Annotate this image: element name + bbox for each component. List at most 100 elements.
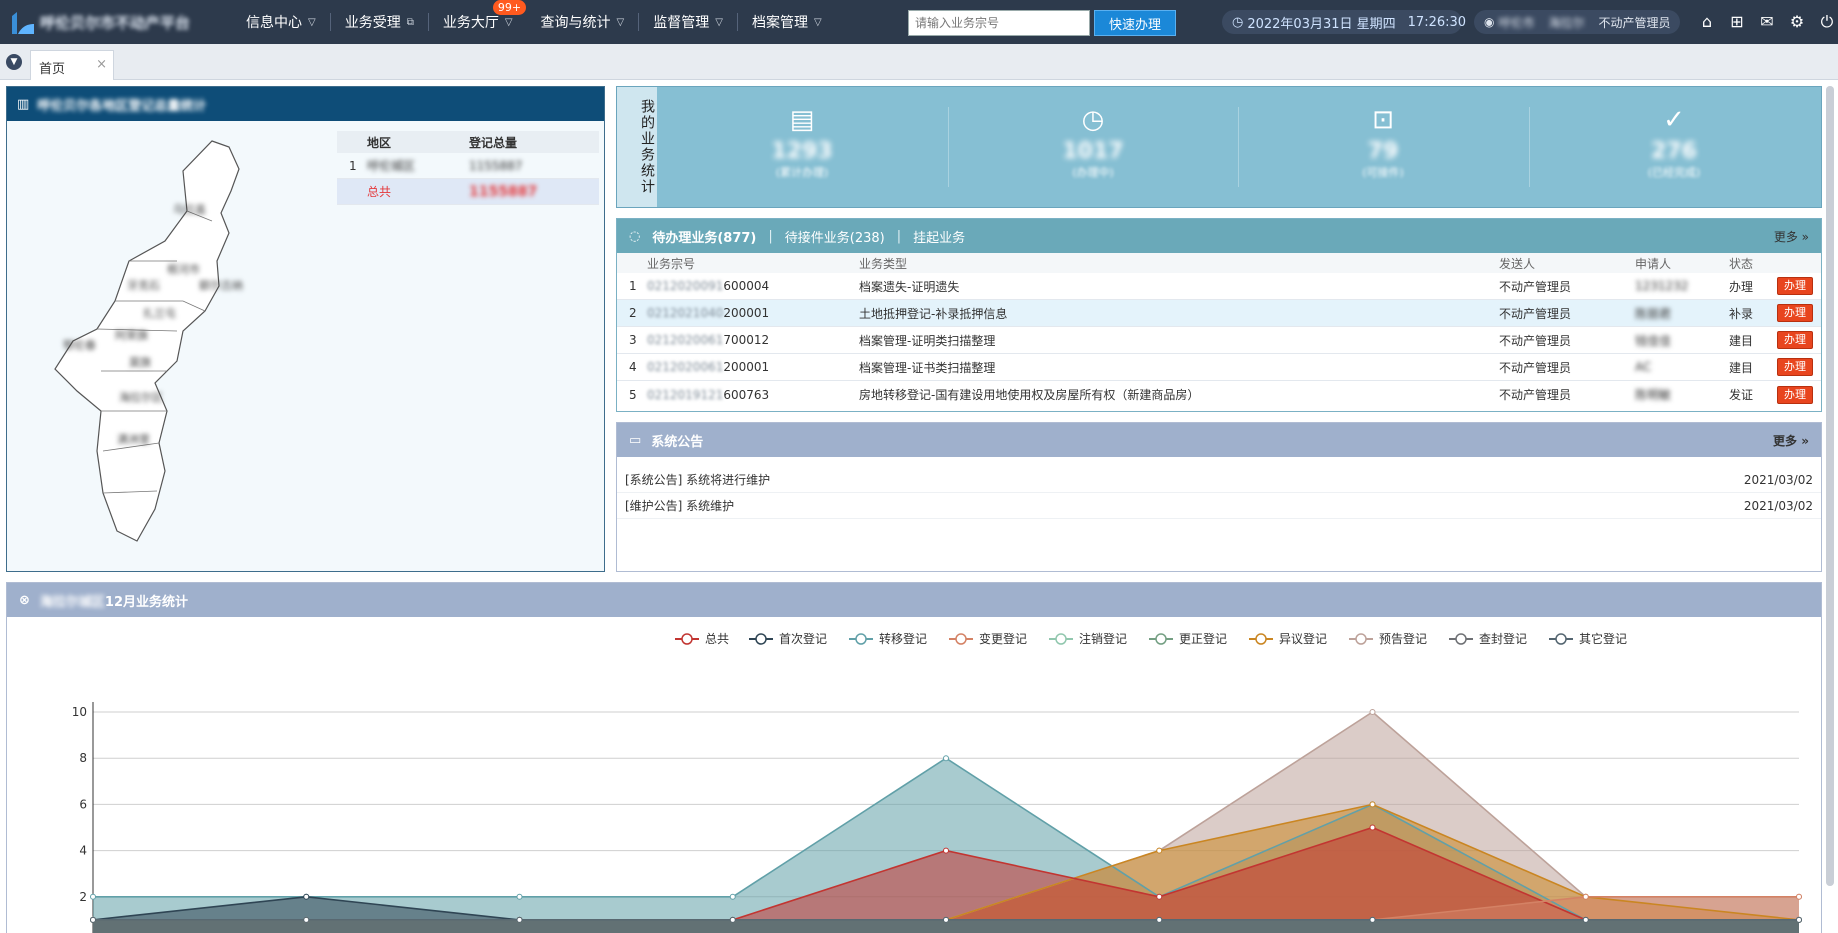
- more-link[interactable]: 更多 »: [1773, 432, 1809, 449]
- chevron-down-icon: ▽: [715, 16, 723, 28]
- row-business-type: 房地转移登记-国有建设用地使用权及房屋所有权（新建商品房）: [859, 388, 1200, 402]
- quick-handle-button[interactable]: 快速办理: [1094, 10, 1176, 36]
- region-map[interactable]: 乌拉盖 根河市 额尔古纳 牙克石 扎兰屯 阿荣旗 鄂伦春 莫旗 海拉尔区 满洲里: [7, 121, 337, 571]
- stat-total-handled[interactable]: ▤ 1293 (累计办理): [657, 87, 947, 207]
- tab-suspended[interactable]: 挂起业务: [913, 227, 965, 246]
- handle-button[interactable]: 办理: [1777, 358, 1813, 376]
- legend-label: 其它登记: [1579, 631, 1627, 646]
- legend-marker: [1255, 633, 1267, 645]
- nav-supervision[interactable]: 监督管理 ▽: [639, 0, 737, 44]
- map-region-label: 海拉尔区: [119, 390, 163, 404]
- notice-item[interactable]: [系统公告] 系统将进行维护 2021/03/02: [617, 467, 1821, 493]
- total-row: 总共 1155887: [337, 179, 599, 205]
- app-logo[interactable]: 呼伦贝尔市不动产平台: [8, 8, 190, 36]
- handle-button[interactable]: 办理: [1777, 277, 1813, 295]
- y-tick-label: 4: [79, 844, 87, 858]
- stat-completed[interactable]: ✓ 276 (已经完成): [1529, 87, 1819, 207]
- user-icon: ◉: [1484, 15, 1495, 29]
- area-chart[interactable]: 总共 首次登记 转移登记 变更登记 注销登记 更正登记 异议登记 预告登记 查封登记 其它登记 2 4…: [7, 617, 1821, 933]
- table-row[interactable]: 5 0212019121600763 房地转移登记-国有建设用地使用权及房屋所有…: [617, 381, 1821, 408]
- y-tick-label: 10: [72, 705, 87, 719]
- table-row[interactable]: 1 0212020091600004 档案遗失-证明遗失 不动产管理员 1231…: [617, 273, 1821, 300]
- page-scrollbar[interactable]: [1826, 86, 1834, 886]
- map-region-label: 满洲里: [117, 433, 150, 446]
- windows-icon[interactable]: ⊞: [1722, 12, 1752, 32]
- region-table: 地区 登记总量 1 呼伦城区 1155887 总共 1155887: [337, 131, 599, 205]
- data-point: [90, 916, 96, 923]
- mail-icon[interactable]: ✉: [1752, 12, 1782, 32]
- legend-label: 注销登记: [1079, 631, 1127, 646]
- nav-archive[interactable]: 档案管理 ▽: [738, 0, 836, 44]
- row-sender: 不动产管理员: [1499, 388, 1572, 402]
- no-suffix: 600763: [723, 387, 770, 402]
- close-icon[interactable]: ×: [96, 57, 107, 72]
- notification-badge: 99+: [492, 0, 527, 15]
- col-region: 地区: [367, 135, 392, 150]
- handle-button[interactable]: 办理: [1777, 331, 1813, 349]
- row-sender: 不动产管理员: [1499, 279, 1572, 294]
- stat-label: (已经完成): [1647, 166, 1701, 179]
- row-index: 5: [629, 387, 637, 402]
- tab-pending-receive[interactable]: 待接件业务(238): [785, 227, 885, 246]
- y-tick-label: 8: [79, 751, 87, 765]
- logo-icon: [12, 12, 34, 34]
- table-row[interactable]: 4 0212020061200001 档案管理-证书类扫描整理 不动产管理员 A…: [617, 354, 1821, 381]
- row-status: 办理: [1729, 279, 1754, 294]
- data-point: [1369, 801, 1376, 808]
- refresh-icon[interactable]: ◌: [629, 229, 640, 244]
- clock-icon: ◷: [1081, 105, 1105, 135]
- col-business-no: 业务宗号: [647, 256, 696, 271]
- data-point: [1369, 709, 1376, 715]
- external-icon: ⧉: [406, 16, 414, 28]
- power-icon[interactable]: ⏻: [1812, 12, 1838, 32]
- more-link[interactable]: 更多 »: [1774, 228, 1809, 245]
- stat-value: 1293: [771, 139, 833, 164]
- table-row[interactable]: 1 呼伦城区 1155887: [337, 153, 599, 179]
- handle-button[interactable]: 办理: [1777, 304, 1813, 322]
- home-icon[interactable]: ⌂: [1692, 12, 1722, 32]
- double-chevron-right-icon: »: [1801, 433, 1809, 448]
- row-region: 呼伦城区: [367, 159, 416, 173]
- stat-label: (办理中): [1072, 166, 1114, 179]
- notice-item[interactable]: [维护公告] 系统维护 2021/03/02: [617, 493, 1821, 519]
- gear-icon[interactable]: ⚙: [1782, 12, 1812, 32]
- chart-title-prefix: 海拉尔城区: [39, 594, 105, 610]
- nav-label: 档案管理: [751, 15, 808, 31]
- nav-business-hall[interactable]: 业务大厅 ▽ 99+: [429, 0, 527, 44]
- nav-label: 查询与统计: [540, 15, 611, 31]
- legend-marker: [1555, 633, 1567, 645]
- table-row[interactable]: 3 0212020061700012 档案管理-证明类扫描整理 不动产管理员 钱…: [617, 327, 1821, 354]
- chevron-down-icon: ▽: [813, 16, 822, 28]
- close-circle-icon[interactable]: ⊗: [19, 593, 30, 608]
- row-index: 3: [629, 333, 637, 347]
- stat-in-progress[interactable]: ◷ 1017 (办理中): [948, 87, 1238, 207]
- business-number-search-input[interactable]: [908, 10, 1090, 36]
- notice-icon: ▭: [629, 432, 642, 448]
- user-info[interactable]: ◉ 呼伦市 海拉尔 不动产管理员: [1474, 10, 1680, 34]
- legend-marker: [1455, 633, 1467, 645]
- legend-marker: [755, 633, 767, 645]
- chart-title: 12月业务统计: [104, 594, 189, 610]
- tab-home[interactable]: 首页 ×: [30, 50, 114, 80]
- map-region-label: 阿荣旗: [115, 328, 148, 342]
- stat-receivable[interactable]: ⊡ 79 (可接件): [1238, 87, 1528, 207]
- nav-business-accept[interactable]: 业务受理 ⧉: [331, 0, 428, 44]
- tab-divider: |: [896, 228, 902, 244]
- row-business-no: 0212021040200001: [647, 306, 859, 320]
- nav-info-center[interactable]: 信息中心 ▽: [232, 0, 330, 44]
- data-point: [1582, 916, 1589, 923]
- tab-pending-handle[interactable]: 待办理业务(877): [652, 227, 756, 246]
- nav-query-stats[interactable]: 查询与统计 ▽: [527, 0, 639, 44]
- legend-label: 异议登记: [1279, 631, 1327, 646]
- data-point: [90, 893, 96, 900]
- more-label: 更多: [1773, 433, 1798, 448]
- legend-marker: [1155, 633, 1167, 645]
- table-header: 地区 登记总量: [337, 131, 599, 153]
- scrollbar-thumb[interactable]: [1826, 86, 1834, 886]
- tab-toggle-icon[interactable]: ▼: [6, 54, 22, 70]
- handle-button[interactable]: 办理: [1777, 385, 1813, 404]
- row-status: 补录: [1729, 306, 1754, 321]
- table-row[interactable]: 2 0212021040200001 土地抵押登记-补录抵押信息 不动产管理员 …: [617, 300, 1821, 327]
- todo-header: ◌ 待办理业务(877) | 待接件业务(238) | 挂起业务 更多 »: [617, 219, 1821, 253]
- row-business-type: 土地抵押登记-补录抵押信息: [859, 306, 1008, 321]
